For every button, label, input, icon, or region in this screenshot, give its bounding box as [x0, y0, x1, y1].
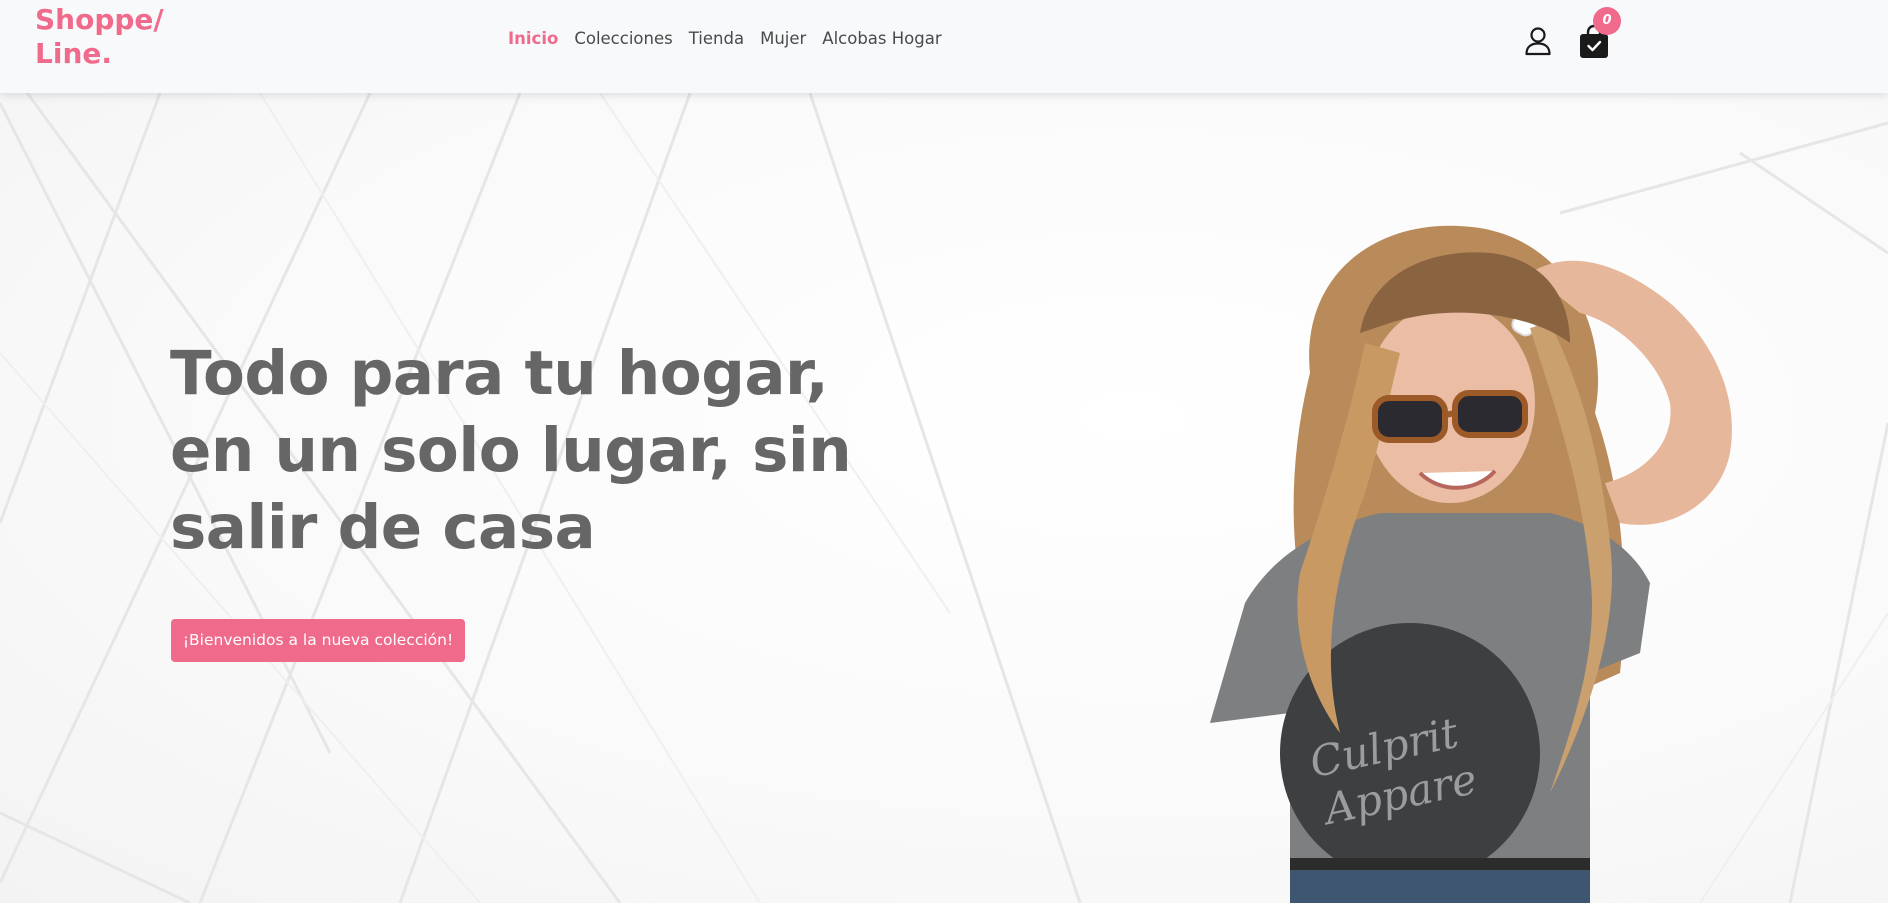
nav-item-alcobas-hogar[interactable]: Alcobas Hogar [822, 29, 941, 48]
site-header: Shoppe/ Line. Inicio Colecciones Tienda … [0, 0, 1888, 93]
hero-section: Todo para tu hogar, en un solo lugar, si… [0, 93, 1888, 903]
nav-item-mujer[interactable]: Mujer [760, 29, 806, 48]
brand-logo-line2: Line. [35, 37, 112, 70]
hero-model-image: Culprit Appare [1210, 225, 1732, 903]
nav-item-inicio[interactable]: Inicio [508, 29, 558, 48]
nav-item-colecciones[interactable]: Colecciones [574, 29, 672, 48]
hero-title: Todo para tu hogar, en un solo lugar, si… [170, 338, 852, 563]
new-collection-button[interactable]: ¡Bienvenidos a la nueva colección! [171, 619, 465, 662]
main-nav: Inicio Colecciones Tienda Mujer Alcobas … [508, 29, 958, 48]
nav-item-tienda[interactable]: Tienda [689, 29, 744, 48]
brand-logo-line1: Shoppe/ [35, 3, 164, 36]
cart-count-badge: 0 [1593, 7, 1621, 35]
user-icon[interactable] [1522, 25, 1554, 57]
brand-logo[interactable]: Shoppe/ Line. [35, 3, 195, 71]
